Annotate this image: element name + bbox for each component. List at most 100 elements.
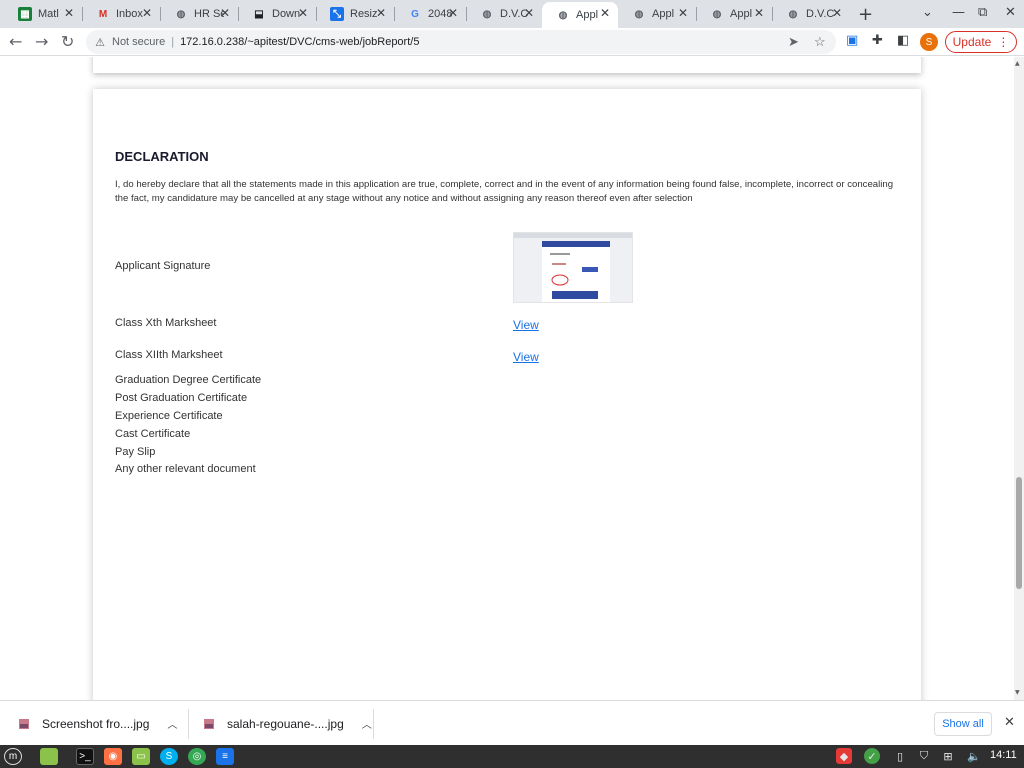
- document-label: Pay Slip: [115, 446, 156, 458]
- close-icon[interactable]: ✕: [448, 6, 458, 20]
- image-file-icon: [203, 718, 215, 730]
- document-label: Class Xth Marksheet: [115, 317, 217, 329]
- declaration-card: DECLARATION I, do hereby declare that al…: [93, 89, 921, 700]
- restore-icon[interactable]: ⧉: [978, 5, 987, 20]
- tab-google[interactable]: G 2048 ✕: [394, 2, 466, 26]
- close-icon[interactable]: ✕: [64, 6, 74, 20]
- anydesk-icon[interactable]: ◆: [836, 748, 852, 764]
- tab-appl-active[interactable]: ◍ Appl ✕: [542, 2, 618, 28]
- globe-icon: ◍: [634, 8, 644, 20]
- show-all-button[interactable]: Show all: [934, 712, 992, 736]
- new-tab-icon[interactable]: +: [858, 4, 873, 25]
- text-editor-icon[interactable]: ≡: [216, 748, 234, 765]
- send-icon[interactable]: ➤: [788, 34, 799, 50]
- close-icon[interactable]: ✕: [142, 6, 152, 20]
- scroll-thumb[interactable]: [1016, 477, 1022, 589]
- url-text[interactable]: 172.16.0.238/~apitest/DVC/cms-web/jobRep…: [180, 36, 419, 48]
- close-icon[interactable]: ✕: [600, 6, 610, 20]
- menu-icon[interactable]: m: [4, 748, 22, 765]
- files-icon[interactable]: ▭: [132, 748, 150, 765]
- chevron-up-icon[interactable]: ︿: [362, 716, 372, 731]
- previous-section-card: [93, 57, 921, 73]
- google-icon: G: [411, 8, 419, 20]
- close-icon[interactable]: ✕: [678, 6, 688, 20]
- tab-matl[interactable]: ▦ Matl ✕: [4, 2, 82, 26]
- tab-dvc[interactable]: ◍ D.V.C ✕: [772, 2, 850, 26]
- globe-icon: ◍: [558, 9, 568, 21]
- tab-appl[interactable]: ◍ Appl ✕: [618, 2, 696, 26]
- warning-icon[interactable]: ⚠: [94, 36, 106, 49]
- side-panel-icon[interactable]: ◧: [897, 33, 909, 48]
- browser-toolbar: ← → ↻ ⚠ Not secure | 172.16.0.238/~apite…: [0, 28, 1024, 56]
- os-taskbar: m >_ ◉ ▭ S ◎ ≡ ◆ ✓ ▯ ⛉ ⊞ 🔈 14:11: [0, 745, 1024, 768]
- download-divider: [188, 709, 189, 739]
- address-bar[interactable]: ⚠ Not secure | 172.16.0.238/~apitest/DVC…: [86, 30, 836, 54]
- tab-hr[interactable]: ◍ HR Se ✕: [160, 2, 238, 26]
- globe-icon: ◍: [712, 8, 722, 20]
- close-shelf-icon[interactable]: ✕: [1004, 715, 1015, 730]
- network-icon[interactable]: ⊞: [940, 748, 956, 764]
- tab-dvc[interactable]: ◍ D.V.C ✕: [466, 2, 542, 26]
- chevron-up-icon[interactable]: ︿: [167, 716, 177, 731]
- download-item[interactable]: salah-regouane-....jpg ︿: [203, 701, 372, 746]
- back-icon[interactable]: ←: [9, 32, 22, 51]
- signature-image[interactable]: [513, 232, 633, 303]
- shield-icon[interactable]: ⛉: [916, 748, 932, 764]
- forward-icon[interactable]: →: [35, 32, 48, 51]
- security-label[interactable]: Not secure: [112, 36, 165, 48]
- sheets-icon: ▦: [18, 7, 32, 21]
- profile-avatar[interactable]: S: [920, 33, 938, 51]
- close-icon[interactable]: ✕: [754, 6, 764, 20]
- minimize-icon[interactable]: —: [952, 5, 965, 20]
- download-shelf: Screenshot fro....jpg ︿ salah-regouane-.…: [0, 700, 1024, 745]
- skype-icon[interactable]: S: [160, 748, 178, 765]
- download-filename: Screenshot fro....jpg: [42, 716, 150, 731]
- scroll-down-icon[interactable]: ▼: [1015, 689, 1020, 696]
- document-label: Cast Certificate: [115, 428, 191, 440]
- extensions-icon[interactable]: ✚: [872, 33, 883, 48]
- tab-search-icon[interactable]: ⌄: [922, 5, 933, 20]
- window-close-icon[interactable]: ✕: [1005, 5, 1016, 20]
- close-icon[interactable]: ✕: [832, 6, 842, 20]
- download-filename: salah-regouane-....jpg: [227, 716, 344, 731]
- close-icon[interactable]: ✕: [376, 6, 386, 20]
- clipboard-icon[interactable]: ▯: [892, 748, 908, 764]
- update-button[interactable]: Update ⋮: [945, 31, 1017, 53]
- bookmark-star-icon[interactable]: ☆: [814, 34, 826, 50]
- page-scrollbar[interactable]: ▲ ▼: [1014, 57, 1024, 700]
- close-icon[interactable]: ✕: [220, 6, 230, 20]
- document-label: Any other relevant document: [115, 463, 256, 475]
- tab-download[interactable]: ⬓ Down ✕: [238, 2, 316, 26]
- view-link-class-x[interactable]: View: [513, 318, 539, 332]
- close-icon[interactable]: ✕: [524, 6, 534, 20]
- globe-icon: ◍: [176, 8, 186, 20]
- close-icon[interactable]: ✕: [298, 6, 308, 20]
- tab-appl[interactable]: ◍ Appl ✕: [696, 2, 772, 26]
- download-site-icon: ⬓: [254, 8, 264, 20]
- update-manager-icon[interactable]: ✓: [864, 748, 880, 764]
- show-desktop-icon[interactable]: [40, 748, 58, 765]
- clock[interactable]: 14:11: [990, 749, 1017, 761]
- download-item[interactable]: Screenshot fro....jpg ︿: [18, 701, 177, 746]
- page-viewport: DECLARATION I, do hereby declare that al…: [0, 57, 1014, 700]
- reload-icon[interactable]: ↻: [61, 32, 74, 51]
- tab-resize[interactable]: ⤡ Resiz ✕: [316, 2, 394, 26]
- document-label: Post Graduation Certificate: [115, 392, 248, 404]
- tab-strip: ▦ Matl ✕ M Inbox ✕ ◍ HR Se ✕ ⬓ Down ✕ ⤡ …: [0, 0, 1024, 28]
- image-file-icon: [18, 718, 30, 730]
- chrome-icon[interactable]: ◎: [188, 748, 206, 765]
- signature-thumbnail-graphic: [514, 233, 632, 302]
- gmail-icon: M: [98, 8, 108, 20]
- view-link-class-xii[interactable]: View: [513, 350, 539, 364]
- terminal-icon[interactable]: >_: [76, 748, 94, 765]
- screen-capture-icon[interactable]: ▣: [846, 33, 858, 48]
- signature-label: Applicant Signature: [115, 260, 211, 272]
- volume-icon[interactable]: 🔈: [966, 748, 982, 764]
- omnibox-separator: |: [171, 36, 175, 48]
- scroll-up-icon[interactable]: ▲: [1015, 60, 1020, 67]
- resize-icon: ⤡: [330, 7, 344, 21]
- document-label: Class XIIth Marksheet: [115, 349, 223, 361]
- firefox-icon[interactable]: ◉: [104, 748, 122, 765]
- more-menu-icon: ⋮: [997, 35, 1010, 49]
- tab-inbox[interactable]: M Inbox ✕: [82, 2, 160, 26]
